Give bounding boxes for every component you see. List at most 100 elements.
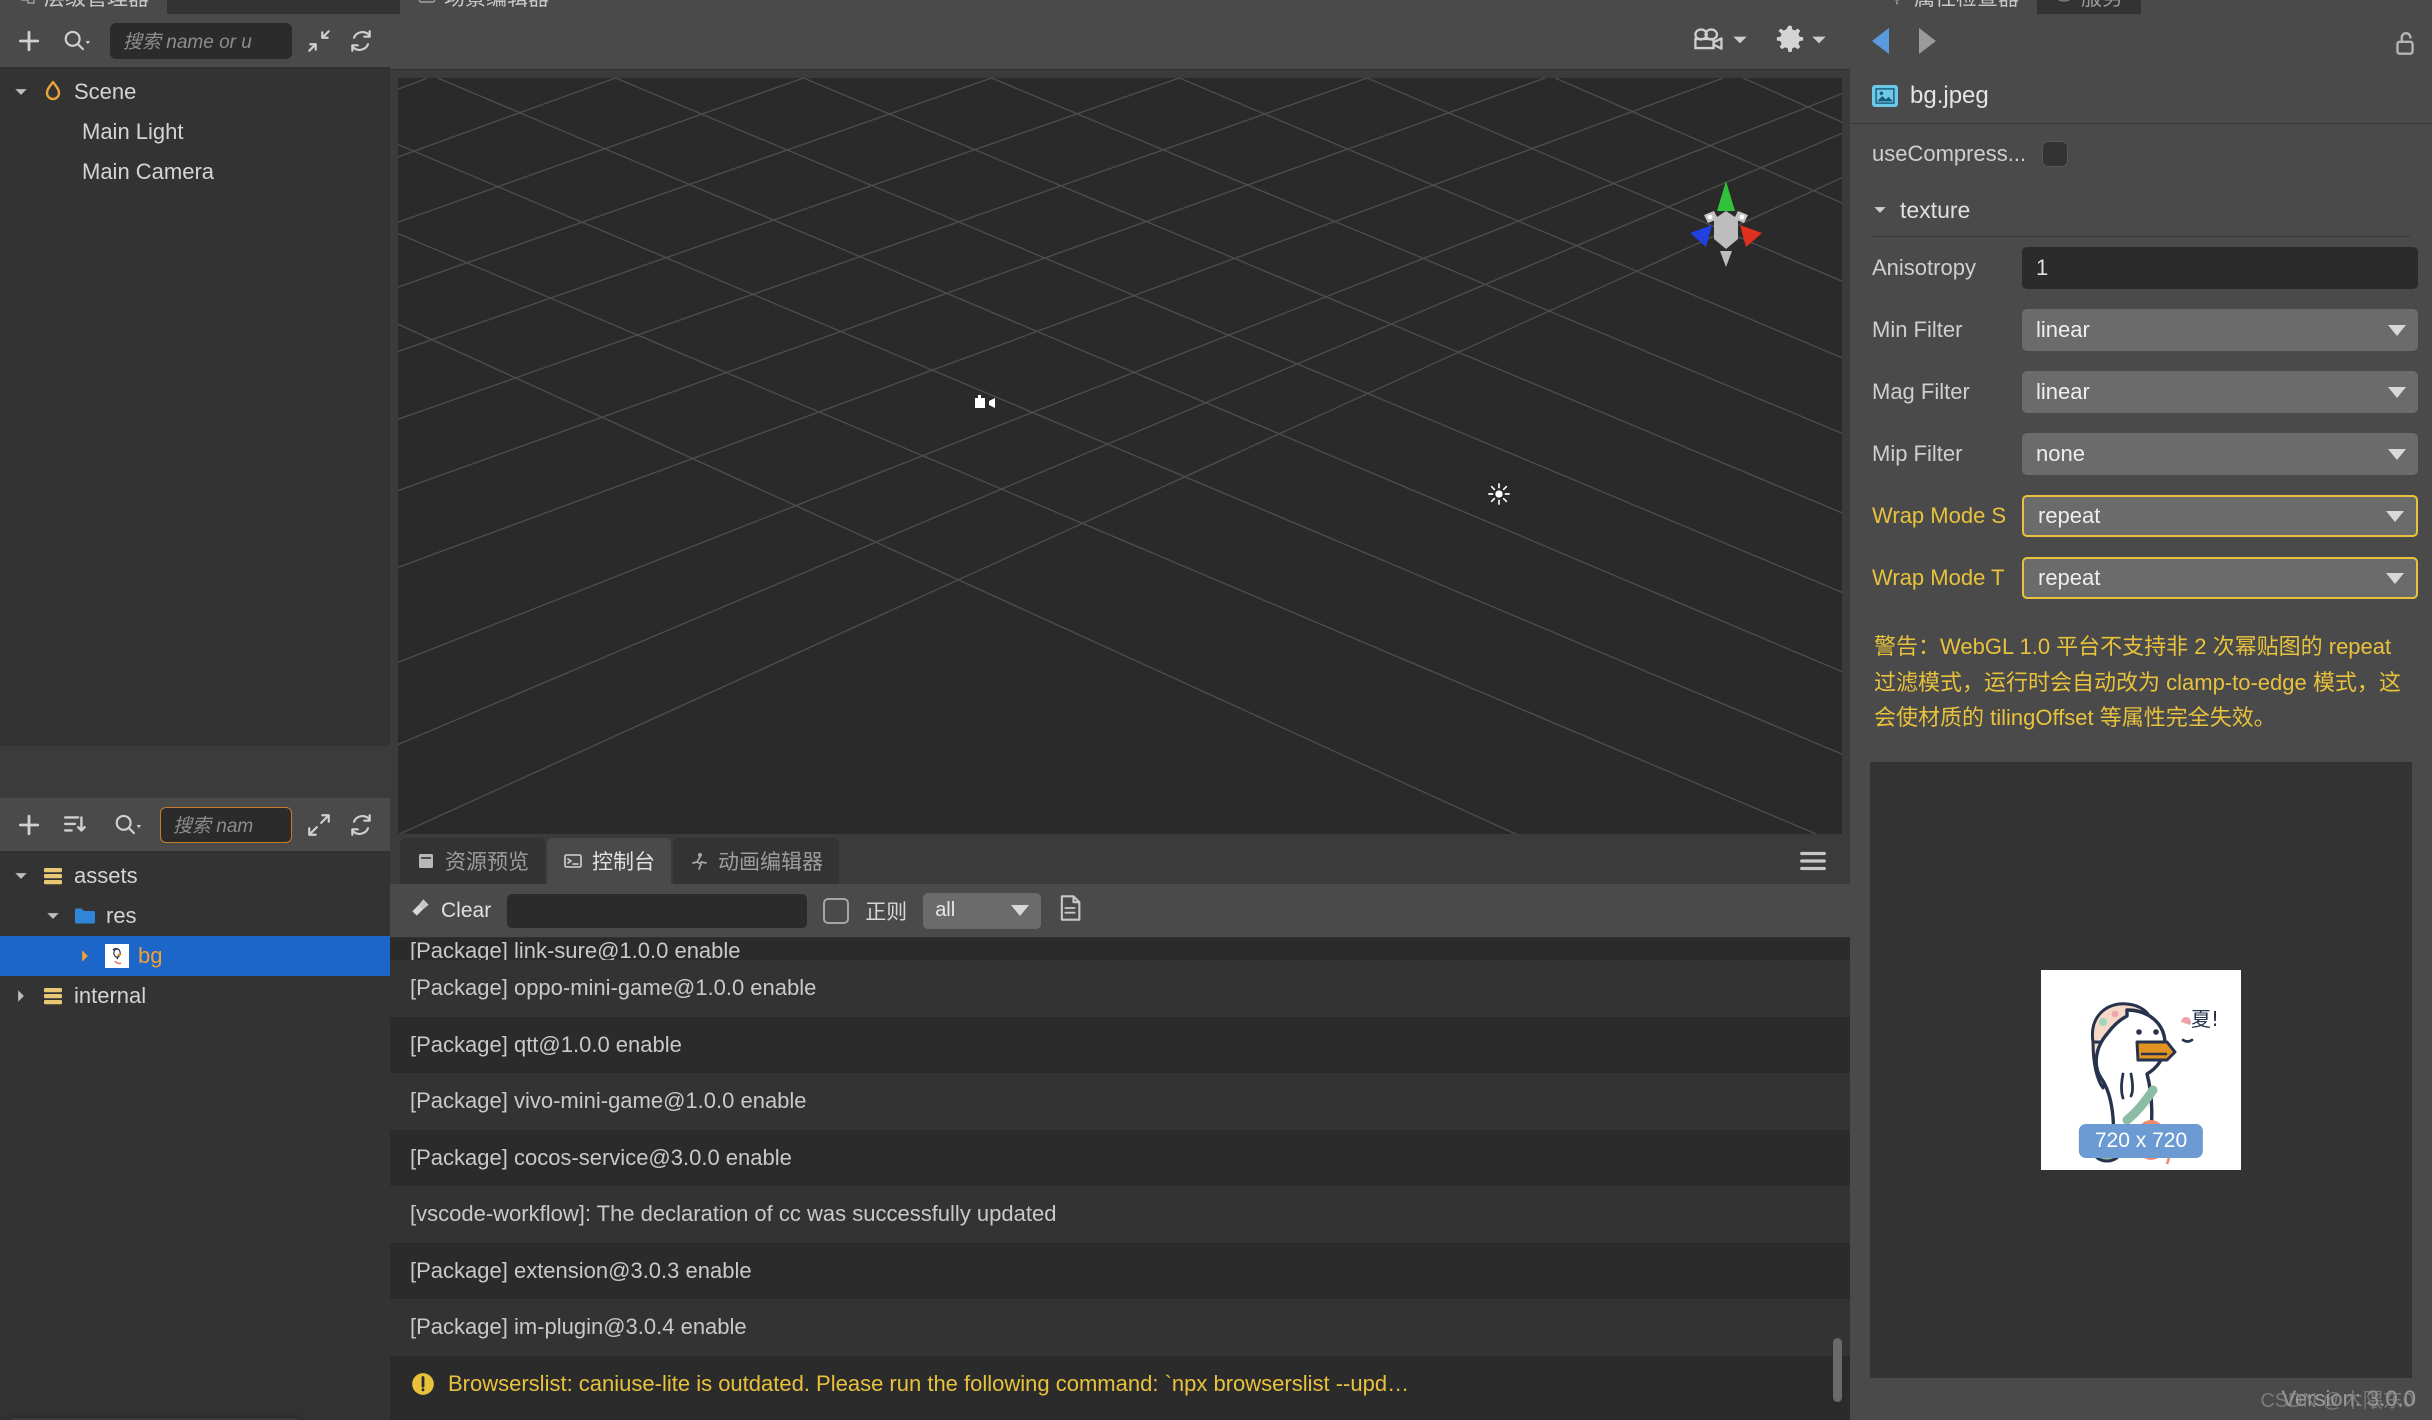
chevron-down-icon[interactable] [1810, 33, 1828, 51]
assets-search-placeholder: 搜索 nam [173, 816, 254, 837]
scene-camera-control[interactable] [1692, 26, 1749, 57]
refresh-icon[interactable] [346, 26, 376, 56]
tab-animation-editor-label: 动画编辑器 [718, 851, 823, 874]
tab-console-label: 控制台 [592, 851, 655, 874]
console-log-list[interactable]: [Package] link-sure@1.0.0 enable [Packag… [390, 938, 1850, 1420]
log-entry[interactable]: [Package] qtt@1.0.0 enable [390, 1017, 1850, 1074]
assets-node-internal-label: internal [74, 983, 147, 1008]
assets-toolbar: 搜索 nam [0, 798, 390, 852]
log-entry-warning[interactable]: Browserslist: caniuse-lite is outdated. … [390, 1356, 1850, 1413]
hierarchy-node-scene[interactable]: Scene [0, 72, 390, 112]
prop-wrap-mode-s: Wrap Mode S repeat [1850, 485, 2432, 547]
search-icon[interactable] [56, 26, 98, 56]
triangle-left-icon[interactable] [1872, 28, 1889, 54]
use-compress-label: useCompress... [1872, 141, 2027, 166]
log-level-select[interactable]: all [923, 892, 1042, 929]
texture-section-header[interactable]: texture [1850, 184, 2432, 236]
hierarchy-node-main-camera[interactable]: Main Camera [0, 152, 390, 192]
refresh-icon[interactable] [346, 810, 376, 840]
log-entry-text: [vscode-workflow]: The declaration of cc… [410, 1201, 1057, 1227]
log-entry[interactable]: [Package] extension@3.0.3 enable [390, 1243, 1850, 1300]
hierarchy-node-main-light[interactable]: Main Light [0, 112, 390, 152]
prop-min-filter-select[interactable]: linear [2022, 309, 2418, 351]
prop-mag-filter-select[interactable]: linear [2022, 371, 2418, 413]
chevron-down-icon[interactable] [1872, 197, 1888, 224]
plus-icon[interactable] [14, 26, 44, 56]
export-log-icon[interactable] [1057, 894, 1083, 927]
tab-animation-editor[interactable]: 动画编辑器 [673, 838, 839, 884]
log-entry[interactable]: [Package] oppo-mini-game@1.0.0 enable [390, 960, 1850, 1017]
gear-icon[interactable] [1775, 24, 1805, 59]
log-entry[interactable]: [Package] cocos-service@3.0.0 enable [390, 1130, 1850, 1187]
tab-scene-editor[interactable]: 场景编辑器 [400, 0, 567, 14]
hierarchy-icon [18, 0, 36, 6]
chevron-down-icon [2388, 324, 2406, 336]
collapse-all-icon[interactable] [304, 26, 334, 56]
scene-flame-icon [40, 79, 66, 105]
sort-icon[interactable] [56, 810, 96, 840]
log-entry[interactable]: [vscode-workflow]: The declaration of cc… [390, 1186, 1850, 1243]
cocos-creator-window: 层级管理器 场景编辑器 属性检查器 服务 [0, 0, 2432, 1420]
assets-node-res[interactable]: res [0, 896, 390, 936]
chevron-down-icon[interactable] [10, 81, 32, 103]
prop-wrap-mode-s-value: repeat [2038, 503, 2101, 528]
tab-service[interactable]: 服务 [2037, 0, 2141, 14]
hierarchy-search-input[interactable]: 搜索 name or u [110, 22, 292, 59]
regex-checkbox[interactable] [823, 897, 850, 924]
assets-search-input[interactable]: 搜索 nam [160, 806, 292, 843]
console-scrollbar[interactable] [1833, 1338, 1842, 1402]
log-entry-text: [Package] im-plugin@3.0.4 enable [410, 1314, 747, 1340]
console-filter-input[interactable] [507, 893, 808, 928]
tab-console[interactable]: 控制台 [547, 838, 671, 884]
image-thumb-icon [104, 943, 130, 969]
asset-preview-pane[interactable]: 夏! 720 x 720 [1870, 761, 2412, 1378]
chevron-down-icon[interactable] [1731, 33, 1749, 51]
main-content-row: 搜索 name or u Scene Main Light Main Camer… [0, 14, 2432, 1420]
assets-node-internal[interactable]: internal [0, 976, 390, 1016]
prop-wrap-mode-s-select[interactable]: repeat [2022, 495, 2418, 537]
warning-icon [410, 1371, 436, 1397]
use-compress-row: useCompress... [1850, 124, 2432, 184]
svg-text:夏!: 夏! [2191, 1007, 2219, 1031]
image-icon [1872, 84, 1898, 107]
chevron-down-icon [2386, 572, 2404, 584]
prop-wrap-mode-t-select[interactable]: repeat [2022, 557, 2418, 599]
chevron-down-icon[interactable] [10, 865, 32, 887]
triangle-right-icon[interactable] [1919, 28, 1936, 54]
axis-gizmo[interactable] [1666, 173, 1786, 283]
scene-viewport[interactable] [398, 78, 1842, 834]
console-dock: 资源预览 控制台 动画编辑器 Clear 正则 all [Package] li… [390, 834, 1850, 1420]
tab-hierarchy[interactable]: 层级管理器 [0, 0, 167, 14]
scene-settings-control[interactable] [1775, 24, 1828, 59]
tab-asset-preview[interactable]: 资源预览 [400, 838, 545, 884]
prop-mag-filter-label: Mag Filter [1872, 379, 1970, 404]
log-entry[interactable]: [Package] vivo-mini-game@1.0.0 enable [390, 1073, 1850, 1130]
console-menu-icon[interactable] [1776, 838, 1850, 884]
clear-button[interactable]: Clear [408, 896, 491, 926]
plus-icon[interactable] [14, 810, 44, 840]
assets-node-bg[interactable]: bg [0, 936, 390, 976]
prop-mip-filter-select[interactable]: none [2022, 433, 2418, 475]
main-light-gizmo-icon[interactable] [1488, 483, 1510, 510]
expand-icon[interactable] [304, 810, 334, 840]
camera-icon[interactable] [1692, 26, 1726, 57]
hierarchy-toolbar: 搜索 name or u [0, 14, 390, 68]
chevron-right-icon[interactable] [10, 985, 32, 1007]
assets-node-assets[interactable]: assets [0, 856, 390, 896]
prop-anisotropy-input[interactable]: 1 [2022, 247, 2418, 289]
chevron-down-icon [2386, 510, 2404, 522]
log-entry-text: [Package] extension@3.0.3 enable [410, 1257, 752, 1283]
scene-grid [398, 78, 1842, 834]
chevron-down-icon[interactable] [42, 905, 64, 927]
log-entry[interactable]: [Package] im-plugin@3.0.4 enable [390, 1299, 1850, 1356]
tab-inspector[interactable]: 属性检查器 [1870, 0, 2037, 14]
search-icon[interactable] [108, 810, 148, 840]
prop-anisotropy-label: Anisotropy [1872, 255, 1976, 280]
use-compress-checkbox[interactable] [2042, 141, 2069, 167]
chevron-right-icon[interactable] [74, 945, 96, 967]
inspector-nav [1850, 14, 2432, 68]
hierarchy-node-scene-label: Scene [74, 79, 137, 104]
unlock-icon[interactable] [2392, 30, 2418, 63]
main-camera-gizmo-icon[interactable] [973, 393, 999, 418]
log-entry[interactable]: [Package] link-sure@1.0.0 enable [390, 938, 1850, 960]
